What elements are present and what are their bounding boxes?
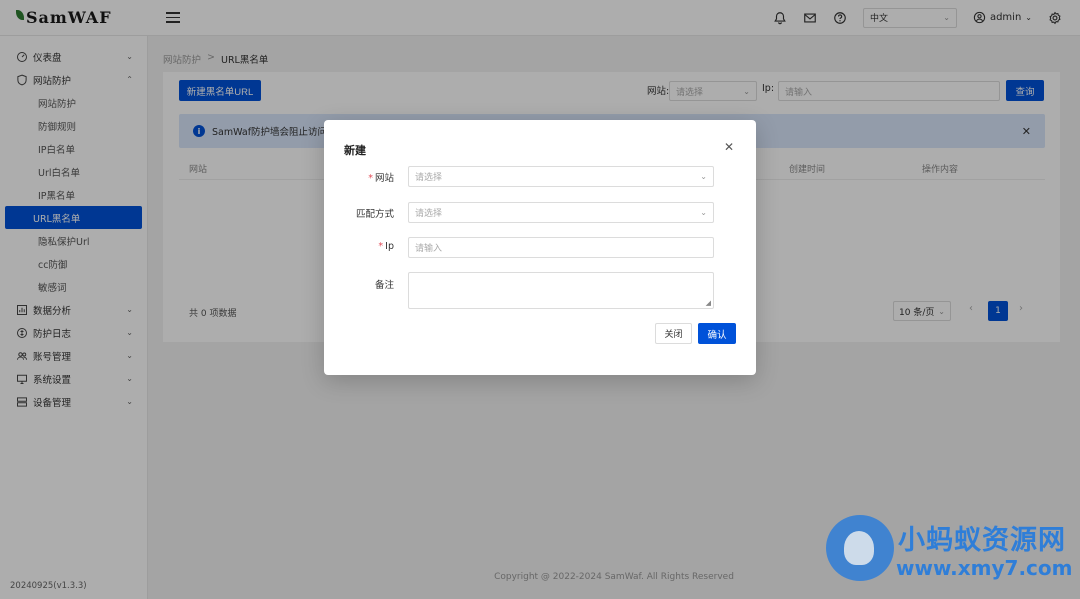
match-mode-placeholder: 请选择: [415, 209, 443, 219]
required-mark: *: [368, 173, 373, 184]
site-select-placeholder: 请选择: [415, 173, 443, 183]
ip-input[interactable]: 请输入: [408, 237, 714, 258]
confirm-button[interactable]: 确认: [698, 323, 736, 344]
ip-field-label: * Ip: [324, 241, 394, 252]
close-icon[interactable]: ✕: [724, 140, 734, 154]
watermark: 小蚂蚁资源网 www.xmy7.com: [826, 512, 1076, 584]
field-label-text: 匹配方式: [355, 209, 394, 220]
ip-input-placeholder: 请输入: [415, 244, 443, 254]
chevron-down-icon: ⌄: [700, 208, 707, 217]
remark-textarea[interactable]: ◢: [408, 272, 714, 309]
new-dialog: 新建 ✕ * 网站 请选择 ⌄ 匹配方式 请选择 ⌄ * Ip 请输入 备注 ◢ 关…: [324, 120, 756, 375]
required-mark: *: [378, 241, 384, 252]
field-label-text: 网站: [374, 173, 394, 184]
resize-handle-icon[interactable]: ◢: [706, 299, 711, 307]
site-select[interactable]: 请选择 ⌄: [408, 166, 714, 187]
close-button[interactable]: 关闭: [655, 323, 692, 344]
dialog-title: 新建: [344, 144, 366, 157]
field-label-text: Ip: [385, 241, 394, 252]
watermark-url: www.xmy7.com: [896, 556, 1073, 580]
site-field-label: * 网站: [324, 170, 394, 184]
watermark-text: 小蚂蚁资源网: [898, 525, 1066, 556]
chevron-down-icon: ⌄: [700, 172, 707, 181]
field-label-text: 备注: [374, 280, 394, 291]
match-mode-select[interactable]: 请选择 ⌄: [408, 202, 714, 223]
remark-field-label: 备注: [324, 277, 394, 291]
match-mode-field-label: 匹配方式: [324, 206, 394, 220]
ant-logo-icon: [826, 515, 894, 581]
